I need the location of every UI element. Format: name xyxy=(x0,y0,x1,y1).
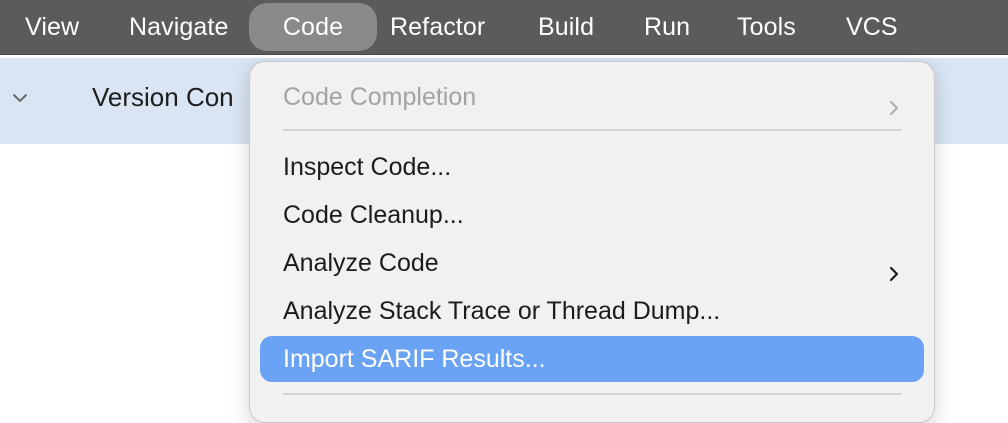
menu-vcs[interactable]: VCS xyxy=(846,0,898,54)
menu-item-label: Code Cleanup... xyxy=(283,201,464,229)
chevron-right-icon xyxy=(884,253,904,282)
chevron-down-icon[interactable] xyxy=(10,88,30,108)
menu-view[interactable]: View xyxy=(25,0,79,54)
tree-row-label: Version Con xyxy=(92,82,234,112)
menu-item-code-cleanup[interactable]: Code Cleanup... xyxy=(260,192,924,238)
menu-item-label: Analyze Stack Trace or Thread Dump... xyxy=(283,297,721,325)
menu-build[interactable]: Build xyxy=(538,0,594,54)
menu-item-import-sarif-results[interactable]: Import SARIF Results... xyxy=(260,336,924,382)
menu-item-label: Code Completion xyxy=(283,83,477,111)
menu-item-label: Analyze Code xyxy=(283,249,439,277)
menu-item-label: Inspect Code... xyxy=(283,153,452,181)
menu-separator xyxy=(283,393,902,395)
menu-item-analyze-stack-trace[interactable]: Analyze Stack Trace or Thread Dump... xyxy=(260,288,924,334)
menu-tools[interactable]: Tools xyxy=(737,0,796,54)
menu-item-code-completion: Code Completion xyxy=(260,74,924,120)
menu-bar: View Navigate Code Refactor Build Run To… xyxy=(0,0,1008,55)
menu-item-inspect-code[interactable]: Inspect Code... xyxy=(260,144,924,190)
menu-run[interactable]: Run xyxy=(644,0,690,54)
chevron-right-icon xyxy=(884,87,904,116)
menu-separator xyxy=(283,129,902,131)
code-menu-dropdown: Code Completion Inspect Code... Code Cle… xyxy=(249,61,935,423)
menu-item-analyze-code[interactable]: Analyze Code xyxy=(260,240,924,286)
menu-navigate[interactable]: Navigate xyxy=(129,0,228,54)
menu-item-label: Import SARIF Results... xyxy=(283,345,546,373)
menu-code[interactable]: Code xyxy=(249,3,377,51)
menu-refactor[interactable]: Refactor xyxy=(390,0,485,54)
